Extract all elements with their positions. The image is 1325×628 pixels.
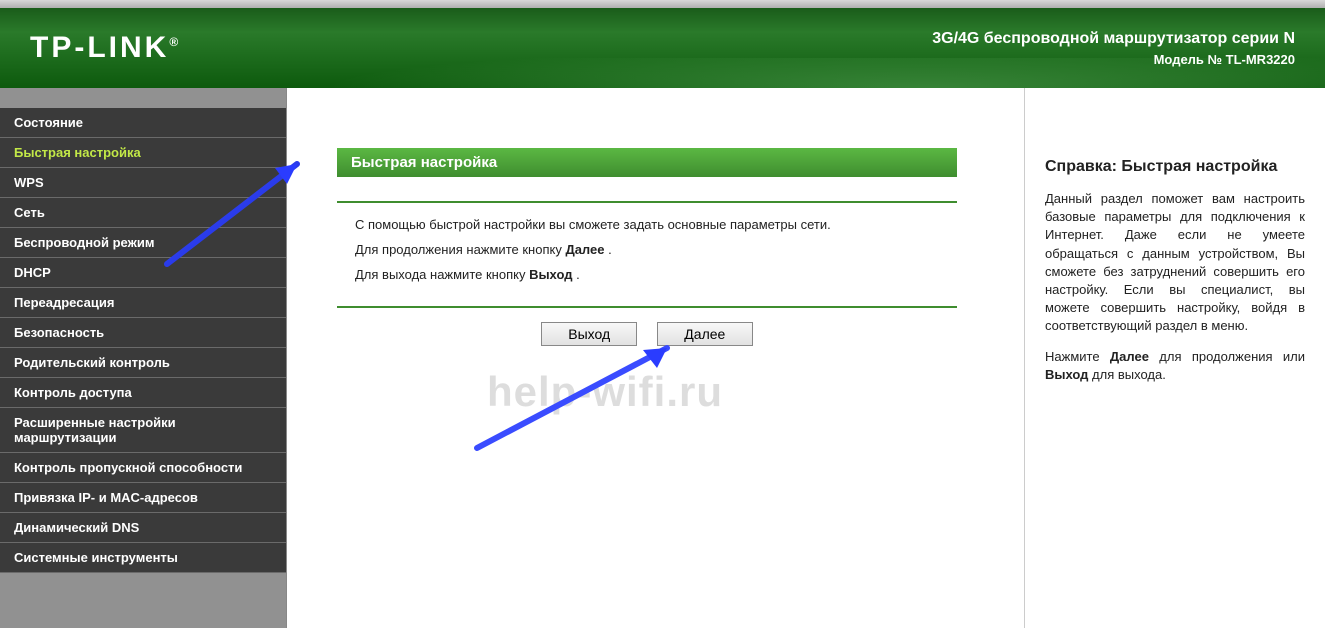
sidebar-item-ddns[interactable]: Динамический DNS xyxy=(0,513,286,543)
sidebar-item-status[interactable]: Состояние xyxy=(0,108,286,138)
help-paragraph-1: Данный раздел поможет вам настроить базо… xyxy=(1045,190,1305,336)
sidebar-item-forwarding[interactable]: Переадресация xyxy=(0,288,286,318)
sidebar-item-ip-mac-binding[interactable]: Привязка IP- и MAC-адресов xyxy=(0,483,286,513)
header: TP-LINK® 3G/4G беспроводной маршрутизато… xyxy=(0,0,1325,88)
sidebar-item-parental[interactable]: Родительский контроль xyxy=(0,348,286,378)
exit-button[interactable]: Выход xyxy=(541,322,637,346)
sidebar-item-wps[interactable]: WPS xyxy=(0,168,286,198)
panel-title: Быстрая настройка xyxy=(337,148,957,177)
intro-line-2: Для продолжения нажмите кнопку Далее . xyxy=(355,242,994,257)
sidebar-item-quick-setup[interactable]: Быстрая настройка xyxy=(0,138,286,168)
help-paragraph-2: Нажмите Далее для продолжения или Выход … xyxy=(1045,348,1305,384)
watermark: help-wifi.ru xyxy=(487,368,723,416)
sidebar-item-dhcp[interactable]: DHCP xyxy=(0,258,286,288)
divider xyxy=(337,201,957,203)
sidebar-item-bandwidth[interactable]: Контроль пропускной способности xyxy=(0,453,286,483)
header-model: Модель № TL-MR3220 xyxy=(932,52,1295,67)
sidebar-item-advanced-routing[interactable]: Расширенные настройки маршрутизации xyxy=(0,408,286,453)
sidebar-item-wireless[interactable]: Беспроводной режим xyxy=(0,228,286,258)
divider xyxy=(337,306,957,308)
sidebar-item-system-tools[interactable]: Системные инструменты xyxy=(0,543,286,573)
next-button[interactable]: Далее xyxy=(657,322,753,346)
sidebar: Состояние Быстрая настройка WPS Сеть Бес… xyxy=(0,88,287,628)
sidebar-item-security[interactable]: Безопасность xyxy=(0,318,286,348)
sidebar-item-access-control[interactable]: Контроль доступа xyxy=(0,378,286,408)
intro-line-3: Для выхода нажмите кнопку Выход . xyxy=(355,267,994,282)
header-title: 3G/4G беспроводной маршрутизатор серии N xyxy=(932,30,1295,48)
help-panel: Справка: Быстрая настройка Данный раздел… xyxy=(1025,88,1325,628)
annotation-arrow-icon xyxy=(457,338,687,458)
button-row: Выход Далее xyxy=(337,322,957,346)
sidebar-item-network[interactable]: Сеть xyxy=(0,198,286,228)
help-title: Справка: Быстрая настройка xyxy=(1045,158,1305,176)
main-panel: Быстрая настройка С помощью быстрой наст… xyxy=(287,88,1025,628)
intro-line-1: С помощью быстрой настройки вы сможете з… xyxy=(355,217,994,232)
logo: TP-LINK® xyxy=(30,31,181,65)
header-right: 3G/4G беспроводной маршрутизатор серии N… xyxy=(932,30,1295,67)
